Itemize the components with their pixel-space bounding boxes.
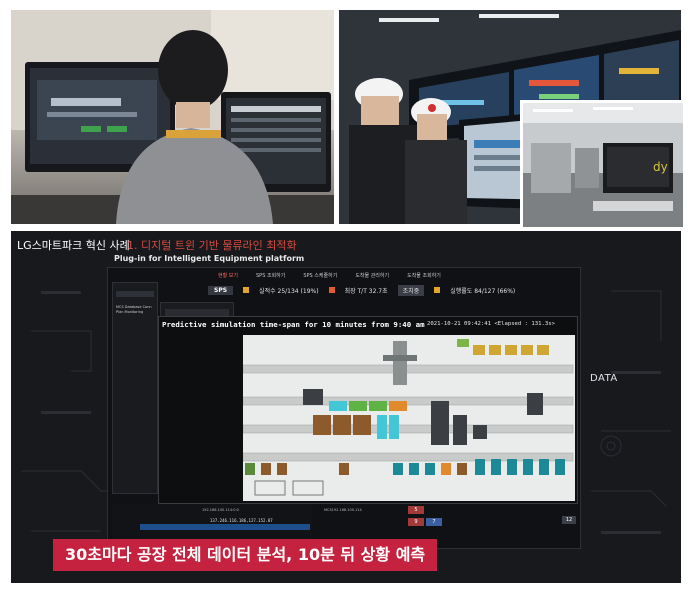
platform-title: Plug-in for Intelligent Equipment platfo… — [114, 254, 305, 263]
actual-count: 실적수 25/134 (19%) — [259, 287, 319, 295]
tab-arrival-view[interactable]: 도착물 조회하기 — [407, 272, 441, 279]
id-label-1: 192.168.100.114:0:0 — [202, 508, 239, 512]
value-box: 5 — [408, 506, 424, 514]
value-box: 9 — [408, 518, 424, 526]
tab-sps-view[interactable]: SPS 조회하기 — [256, 272, 285, 279]
sps-badge: SPS — [208, 285, 234, 295]
tab-overview[interactable]: 현황 보기 — [218, 272, 238, 279]
sim-title: Predictive simulation time-span for 10 m… — [162, 320, 425, 329]
box-icon — [243, 287, 250, 293]
header-title: LG스마트파크 혁신 사례 — [17, 239, 130, 252]
sim-time: 2021-10-21 09:42:41 <Elapsed : 131.3s> — [427, 321, 555, 327]
left-search[interactable] — [116, 291, 154, 297]
tab-sps-schedule[interactable]: SPS 스케줄하기 — [303, 272, 337, 279]
clock-icon — [328, 287, 335, 293]
tab-arrival-manage[interactable]: 도착물 관리하기 — [355, 272, 389, 279]
left-panel: MCS Database Conn Plan Monitoring — [112, 282, 158, 494]
left-list: MCS Database Conn Plan Monitoring — [116, 305, 154, 315]
truck-icon — [434, 287, 441, 293]
execution-rate: 실행률도 84/127 (66%) — [450, 287, 516, 295]
video-frame-digital-twin: LG스마트파크 혁신 사례 1. 디지털 트윈 기반 물류라인 최적화 Plug… — [11, 231, 681, 583]
app-window: Plug-in for Intelligent Equipment platfo… — [107, 254, 581, 549]
side-value: 12 — [562, 516, 576, 524]
photo-worker-monitors — [11, 10, 334, 224]
photo-factory-floor: dy — [520, 100, 683, 227]
header-subtitle: 1. 디지털 트윈 기반 물류라인 최적화 — [127, 239, 297, 252]
id-label-2: MCS192.168.100.114 — [324, 508, 362, 512]
value-box: 7 — [426, 518, 442, 526]
data-label: DATA — [590, 373, 618, 384]
takt-time: 최장 T/T 32.7초 — [344, 287, 388, 295]
factory-3d-scene — [243, 335, 575, 501]
monitor-text: dy — [653, 160, 668, 174]
selected-row[interactable] — [140, 524, 310, 530]
list-item[interactable]: Plan Monitoring — [116, 310, 154, 315]
ip-row: 137.246.116.186,127.152.87 — [210, 518, 273, 523]
tab-bar: 현황 보기 SPS 조회하기 SPS 스케줄하기 도착물 관리하기 도착물 조회… — [218, 272, 441, 279]
action-button[interactable]: 조치중 — [397, 284, 425, 296]
factory-floor-illustration: dy — [523, 103, 683, 227]
status-row: SPS 실적수 25/134 (19%) 최장 T/T 32.7초 조치중 실행… — [208, 284, 574, 296]
simulation-window: Predictive simulation time-span for 10 m… — [158, 316, 578, 504]
subtitle-caption: 30초마다 공장 전체 데이터 분석, 10분 뒤 상황 예측 — [53, 539, 438, 571]
worker-monitors-illustration — [11, 10, 334, 224]
